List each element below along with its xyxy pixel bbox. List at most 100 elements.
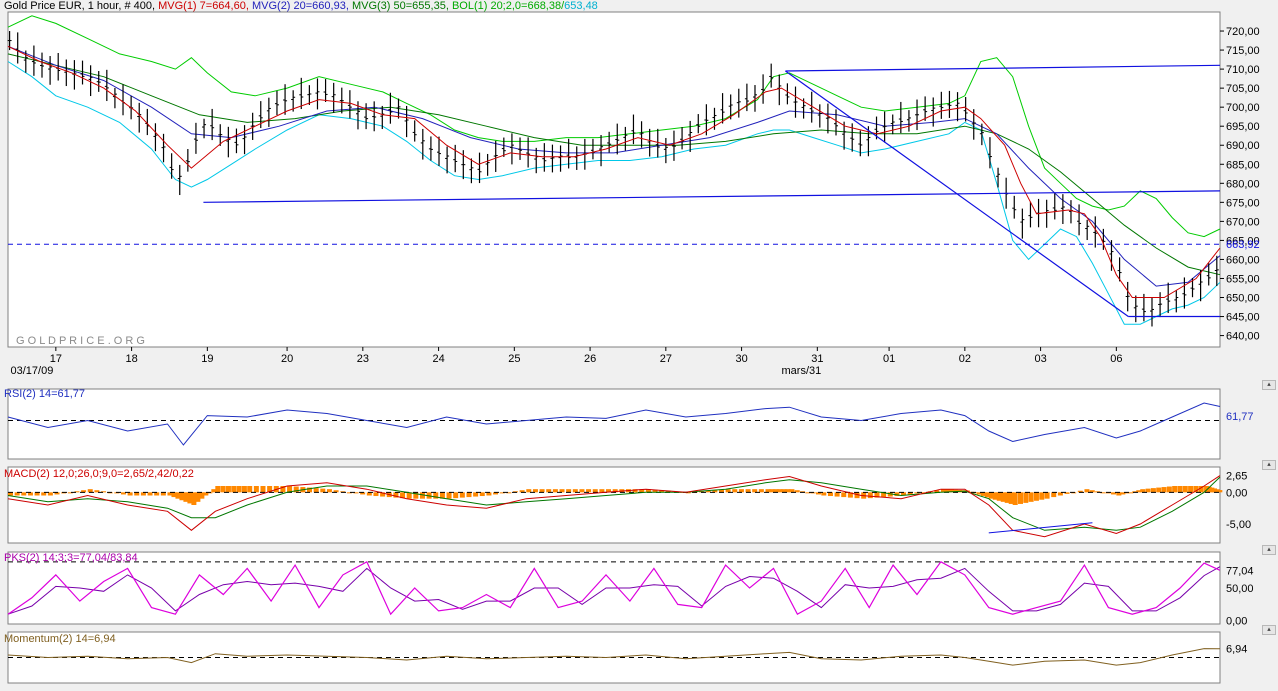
macd-tick-label: 0,00 [1226,487,1247,499]
y-tick-label: 645,00 [1226,312,1260,324]
macd-histogram-bar [313,488,319,493]
macd-histogram-bar [479,492,485,497]
header-title: Gold Price EUR [4,0,82,12]
x-tick-label: 24 [432,353,444,365]
macd-histogram-bar [1128,492,1134,494]
momentum-panel: 6,94 [7,631,1247,684]
macd-label: MACD(2) 12,0;26,0;9,0=2,65/2,42/0,22 [4,468,194,480]
macd-histogram-bar [373,492,379,497]
macd-histogram-bar [1018,492,1023,504]
macd-histogram-bar [260,486,266,493]
macd-histogram-bar [446,492,452,499]
x-tick-label: 02 [959,353,971,365]
momentum-value-label: 6,94 [1226,644,1247,656]
x-tick-label: 06 [1110,353,1122,365]
y-tick-label: 640,00 [1226,331,1260,343]
rsi-panel: 61,77 [7,388,1254,460]
macd-histogram-bar [466,492,472,498]
macd-histogram-bar [453,492,459,499]
x-tick-label: 30 [735,353,747,365]
macd-histogram-bar [241,486,247,493]
y-tick-label: 720,00 [1226,26,1260,38]
watermark-text: G O L D P R I C E . O R G [16,335,145,347]
macd-histogram-bar [1150,488,1156,493]
macd-histogram-bar [215,486,221,493]
macd-histogram-bar [1033,492,1039,501]
x-tick-label: 27 [660,353,672,365]
macd-histogram-bar [225,486,231,493]
macd-histogram-bar [320,488,326,493]
macd-panel: 2,65 0,00 -5,00 [7,466,1251,544]
macd-tick-label: 2,65 [1226,471,1247,483]
macd-histogram-bar [579,489,585,493]
y-tick-label: 695,00 [1226,121,1260,133]
scroll-button-icon[interactable]: ▴ [1262,625,1276,635]
y-tick-label: 650,00 [1226,293,1260,305]
macd-histogram-bar [147,492,153,496]
header-interval: , 1 hour, # 400, [81,0,156,12]
macd-histogram-bar [473,492,479,497]
macd-histogram-bar [867,492,873,499]
macd-histogram-bar [1188,486,1194,493]
y-tick-label: 655,00 [1226,273,1260,285]
macd-histogram-bar [1182,486,1188,493]
macd-histogram-bar [1166,486,1172,493]
header-mvg3: MVG(3) 50=655,35, [351,0,449,12]
macd-tick-label: -5,00 [1226,519,1251,531]
x-tick-label: 19 [201,353,213,365]
macd-histogram-bar [1012,492,1018,505]
gold-price-chart: 720,00 715,00 710,00 705,00 700,00 695,00 690,… [7,11,1260,684]
y-tick-label: 685,00 [1226,159,1260,171]
macd-histogram-bar [253,486,259,493]
macd-histogram-bar [236,486,242,493]
scroll-button-icon[interactable]: ▴ [1262,545,1276,555]
macd-histogram-bar [1177,486,1183,493]
stoch-tick-label: 50,00 [1226,583,1254,595]
macd-histogram-bar [459,492,465,498]
stoch-tick-label: 0,00 [1226,616,1247,628]
scroll-button-icon[interactable]: ▴ [1262,380,1276,390]
y-tick-label: 700,00 [1226,102,1260,114]
macd-histogram-bar [1028,492,1034,502]
macd-histogram-bar [231,486,237,493]
stoch-panel: 77,04 50,00 0,00 [7,551,1254,628]
x-sublabel: mars/31 [782,365,822,377]
scroll-button-icon[interactable]: ▴ [1262,460,1276,470]
macd-histogram-bar [21,492,27,496]
x-tick-label: 18 [125,353,137,365]
x-tick-label: 26 [584,353,596,365]
macd-histogram-bar [1051,492,1057,498]
macd-histogram-bar [732,489,738,493]
macd-histogram-bar [220,486,226,493]
macd-histogram-bar [1039,492,1045,500]
momentum-label: Momentum(2) 14=6,94 [4,633,116,645]
y-tick-label: 690,00 [1226,140,1260,152]
rsi-plot-area [7,388,1221,460]
macd-histogram-bar [247,486,253,493]
y-tick-label: 705,00 [1226,83,1260,95]
price-panel: 720,00 715,00 710,00 705,00 700,00 695,00 690,… [7,11,1260,377]
x-tick-label: 23 [357,353,369,365]
y-tick-label: 710,00 [1226,64,1260,76]
header-mvg1: MVG(1) 7=664,60, [158,0,249,12]
rsi-value-label: 61,77 [1226,411,1254,423]
stoch-label: PKS(2) 14;3;3=77,04/83,84 [4,552,138,564]
x-sublabel: 03/17/09 [11,365,54,377]
y-tick-label: 670,00 [1226,216,1260,228]
header-mvg2: MVG(2) 20=660,93, [251,0,349,12]
price-plot-area [7,11,1221,348]
macd-histogram-bar [1172,486,1178,493]
macd-histogram-bar [1161,487,1167,493]
macd-histogram-bar [1023,492,1029,503]
macd-histogram-bar [827,492,833,497]
y-tick-label: 660,00 [1226,254,1260,266]
current-value-label: 663,92 [1226,239,1260,251]
x-tick-label: 03 [1034,353,1046,365]
x-tick-label: 17 [50,353,62,365]
macd-histogram-bar [834,492,840,497]
stoch-tick-label: 77,04 [1226,565,1254,577]
macd-histogram-bar [1145,488,1151,493]
y-tick-label: 675,00 [1226,197,1260,209]
macd-histogram-bar [1044,492,1050,499]
y-tick-label: 715,00 [1226,45,1260,57]
